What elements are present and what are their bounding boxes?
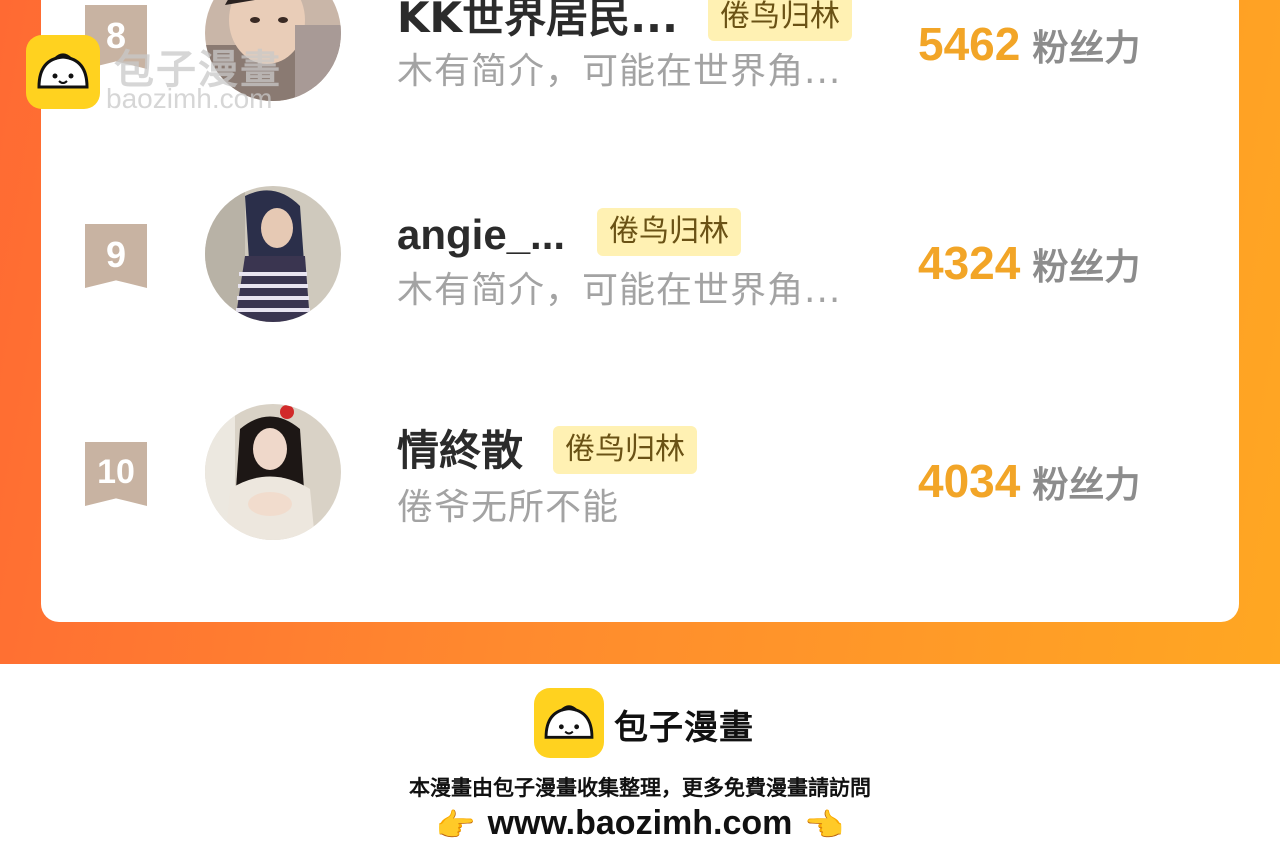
fans-unit: 粉丝力 [1032, 465, 1141, 506]
fans-score: 5462 粉丝力 [918, 18, 1140, 81]
user-bio: 木有简介，可能在世界角... [397, 270, 842, 311]
rank-number: 10 [97, 453, 135, 491]
user-bio: 倦爷无所不能 [397, 487, 620, 528]
user-tag: 倦鸟归林 [708, 0, 852, 41]
rank-ribbon-icon: 9 [85, 224, 147, 288]
footer-brand[interactable]: 包子漫畫 [534, 688, 754, 758]
fans-score: 4324 粉丝力 [918, 237, 1140, 300]
user-bio: 木有简介，可能在世界角... [397, 51, 842, 92]
rank-ribbon-icon: 10 [85, 442, 147, 506]
fans-number: 4324 [918, 237, 1021, 289]
bun-logo-icon [534, 688, 604, 758]
fans-unit: 粉丝力 [1032, 28, 1141, 69]
avatar-photo [205, 404, 341, 540]
user-tag: 倦鸟归林 [597, 208, 741, 256]
avatar-photo [205, 186, 341, 322]
bun-logo-icon [26, 35, 100, 109]
user-name[interactable]: angie_... [397, 210, 565, 260]
user-tag: 倦鸟归林 [553, 426, 697, 474]
footer-description: 本漫畫由包子漫畫收集整理，更多免費漫畫請訪問 [409, 776, 871, 800]
footer: 包子漫畫 本漫畫由包子漫畫收集整理，更多免費漫畫請訪問 👉 www.baozimh… [0, 664, 1280, 864]
footer-brand-name: 包子漫畫 [614, 708, 754, 748]
fans-unit: 粉丝力 [1032, 247, 1141, 288]
ranking-row[interactable]: 9 angie_... 倦鸟归林 木有简介，可能在世界角... 4324 粉丝力 [0, 186, 1280, 326]
avatar[interactable] [205, 404, 341, 540]
watermark: 包子漫畫 baozimh.com [26, 35, 326, 115]
rank-number: 9 [105, 234, 127, 275]
footer-url-line: 👉 www.baozimh.com 👈 [0, 801, 1280, 851]
fans-score: 4034 粉丝力 [918, 455, 1140, 518]
watermark-url: baozimh.com [106, 83, 273, 114]
pointing-hand-icon: 👈 [804, 806, 845, 844]
pointing-hand-icon: 👉 [435, 806, 476, 844]
avatar[interactable] [205, 186, 341, 322]
fans-number: 5462 [918, 18, 1021, 70]
user-name[interactable]: KK世界居民... [397, 0, 678, 43]
fans-number: 4034 [918, 455, 1021, 507]
footer-url-link[interactable]: www.baozimh.com [488, 804, 793, 842]
ranking-row[interactable]: 10 情終散 倦鸟归林 倦爷无所不能 4034 粉丝力 [0, 404, 1280, 544]
user-name[interactable]: 情終散 [397, 426, 523, 476]
ranking-panel: 8 KK世界居民... 倦鸟归林 木有简介，可能在世界角... 5462 粉丝力 … [0, 0, 1280, 664]
